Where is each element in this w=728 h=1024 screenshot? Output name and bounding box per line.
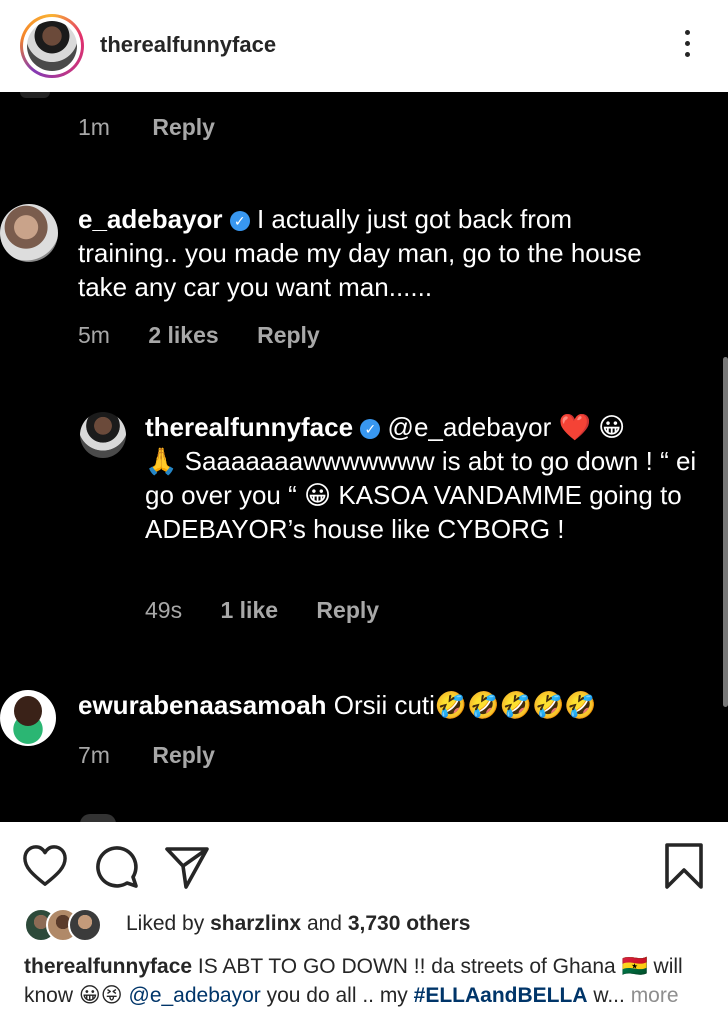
comment-username[interactable]: ewurabenaasamoah xyxy=(78,690,327,720)
more-vertical-icon[interactable] xyxy=(682,30,692,62)
liker-username[interactable]: sharzlinx xyxy=(210,912,301,935)
header-username[interactable]: therealfunnyface xyxy=(100,32,276,58)
comment-username[interactable]: therealfunnyface xyxy=(145,412,353,442)
emoji: 🙏 xyxy=(145,446,178,476)
reply-button[interactable]: Reply xyxy=(152,114,215,140)
comment-body: e_adebayor ✓ I actually just got back fr… xyxy=(78,202,678,304)
comment-body: therealfunnyface ✓ @e_adebayor ❤️ 😀 🙏 Sa… xyxy=(145,410,705,546)
reply-button[interactable]: Reply xyxy=(316,597,379,623)
mention-link[interactable]: @e_adebayor xyxy=(129,984,261,1007)
comment-avatar[interactable] xyxy=(80,412,126,458)
avatar xyxy=(27,21,77,71)
action-bar xyxy=(0,830,728,900)
emoji: 🤣🤣🤣🤣🤣 xyxy=(434,690,597,720)
reply-button[interactable]: Reply xyxy=(257,322,320,348)
comment-time: 5m xyxy=(78,322,110,348)
mention-link[interactable]: @e_adebayor xyxy=(388,412,552,442)
comment-avatar[interactable] xyxy=(0,690,56,746)
post-image: 1m Reply e_adebayor ✓ I actually just go… xyxy=(0,92,728,822)
comment-likes[interactable]: 1 like xyxy=(220,597,278,623)
comment-avatar[interactable] xyxy=(0,204,58,262)
comment-text: Orsii cuti xyxy=(326,690,435,720)
comment-meta: 49s 1 like Reply xyxy=(145,597,379,624)
comment-meta: 5m 2 likes Reply xyxy=(78,322,320,349)
verified-icon: ✓ xyxy=(360,419,381,439)
comment-time: 49s xyxy=(145,597,183,623)
caption-username[interactable]: therealfunnyface xyxy=(24,955,192,978)
comment-time: 7m xyxy=(78,742,110,768)
likes-summary[interactable]: Liked by sharzlinx and 3,730 others xyxy=(126,912,470,936)
emoji: ❤️ 😀 xyxy=(558,412,626,442)
profile-avatar[interactable] xyxy=(20,14,84,78)
post-header: therealfunnyface xyxy=(0,0,728,92)
likes-row: Liked by sharzlinx and 3,730 others xyxy=(24,908,714,942)
comment-body: ewurabenaasamoah Orsii cuti🤣🤣🤣🤣🤣 xyxy=(78,688,718,722)
comment-likes[interactable]: 2 likes xyxy=(148,322,218,348)
comment-username[interactable]: e_adebayor xyxy=(78,204,223,234)
emoji: 😀 xyxy=(303,480,332,510)
flag-emoji: 🇬🇭 xyxy=(621,955,648,978)
likes-count[interactable]: 3,730 others xyxy=(348,912,471,935)
liker-avatar[interactable] xyxy=(68,908,102,942)
comment-meta: 1m Reply xyxy=(78,114,215,141)
bookmark-icon[interactable] xyxy=(664,842,704,890)
comment-meta: 7m Reply xyxy=(78,742,215,769)
heart-icon[interactable] xyxy=(22,844,68,888)
hashtag-link[interactable]: #ELLAandBELLA xyxy=(414,984,588,1007)
scrollbar[interactable] xyxy=(723,357,728,707)
comment-icon[interactable] xyxy=(94,844,140,890)
send-icon[interactable] xyxy=(164,844,210,890)
verified-icon: ✓ xyxy=(229,211,250,231)
more-button[interactable]: more xyxy=(625,984,679,1007)
comment-time: 1m xyxy=(78,114,110,140)
emoji: 😀😝 xyxy=(78,984,123,1007)
reply-button[interactable]: Reply xyxy=(152,742,215,768)
post-caption: therealfunnyface IS ABT TO GO DOWN !! da… xyxy=(24,952,714,1010)
